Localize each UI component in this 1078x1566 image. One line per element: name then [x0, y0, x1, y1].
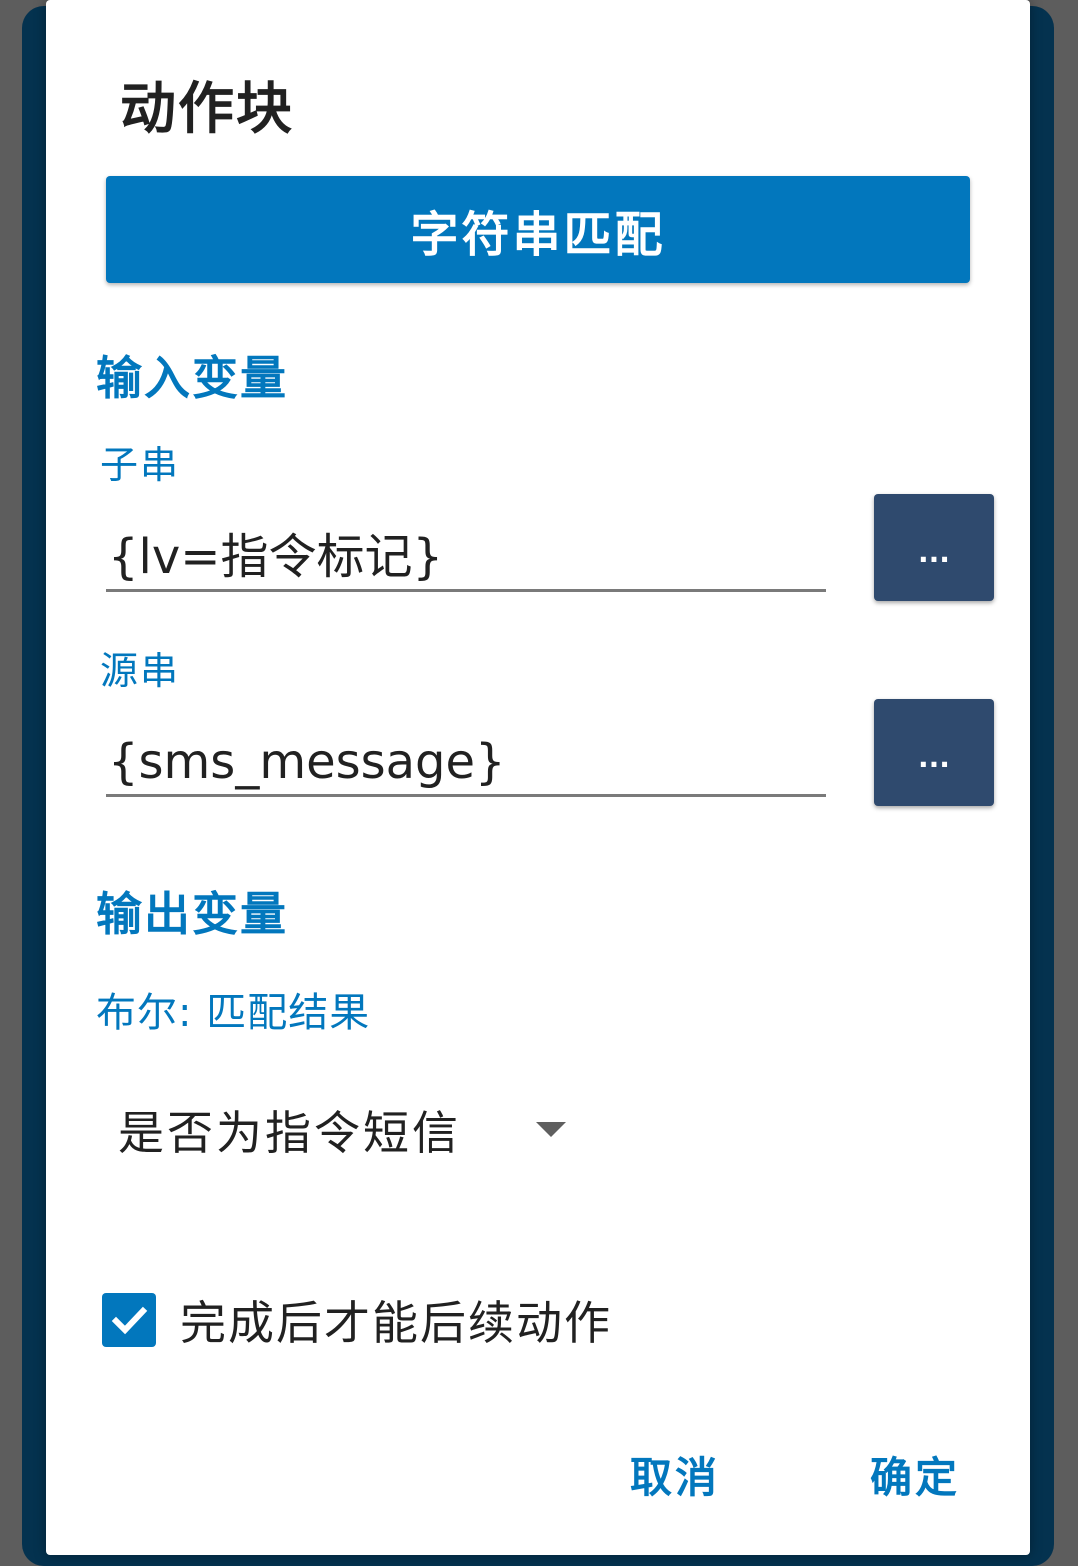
source-string-input[interactable]: {sms_message} — [106, 727, 826, 797]
substring-more-button[interactable]: ... — [874, 494, 994, 601]
output-variable-value: 是否为指令短信 — [118, 1106, 461, 1160]
cancel-button[interactable]: 取消 — [630, 1444, 720, 1505]
substring-label: 子串 — [100, 443, 181, 487]
dialog-title: 动作块 — [120, 77, 294, 142]
substring-input[interactable]: {lv=指令标记} — [106, 522, 826, 592]
checkmark-icon — [111, 1306, 148, 1335]
match-result-label: 布尔: 匹配结果 — [96, 990, 371, 1036]
wait-for-completion-checkbox[interactable] — [102, 1293, 156, 1347]
action-block-dialog: 动作块 字符串匹配 输入变量 子串 {lv=指令标记} ... 源串 {sms_… — [46, 0, 1030, 1555]
input-variables-header: 输入变量 — [96, 351, 288, 405]
ok-button[interactable]: 确定 — [870, 1444, 960, 1505]
action-type-button[interactable]: 字符串匹配 — [106, 176, 970, 283]
output-variable-dropdown[interactable]: 是否为指令短信 — [118, 1095, 578, 1165]
output-variables-header: 输出变量 — [96, 887, 288, 941]
wait-for-completion-label: 完成后才能后续动作 — [180, 1296, 612, 1350]
wait-for-completion-option[interactable]: 完成后才能后续动作 — [102, 1288, 612, 1352]
dropdown-arrow-icon — [536, 1122, 566, 1137]
source-string-label: 源串 — [100, 649, 181, 693]
source-string-more-button[interactable]: ... — [874, 699, 994, 806]
